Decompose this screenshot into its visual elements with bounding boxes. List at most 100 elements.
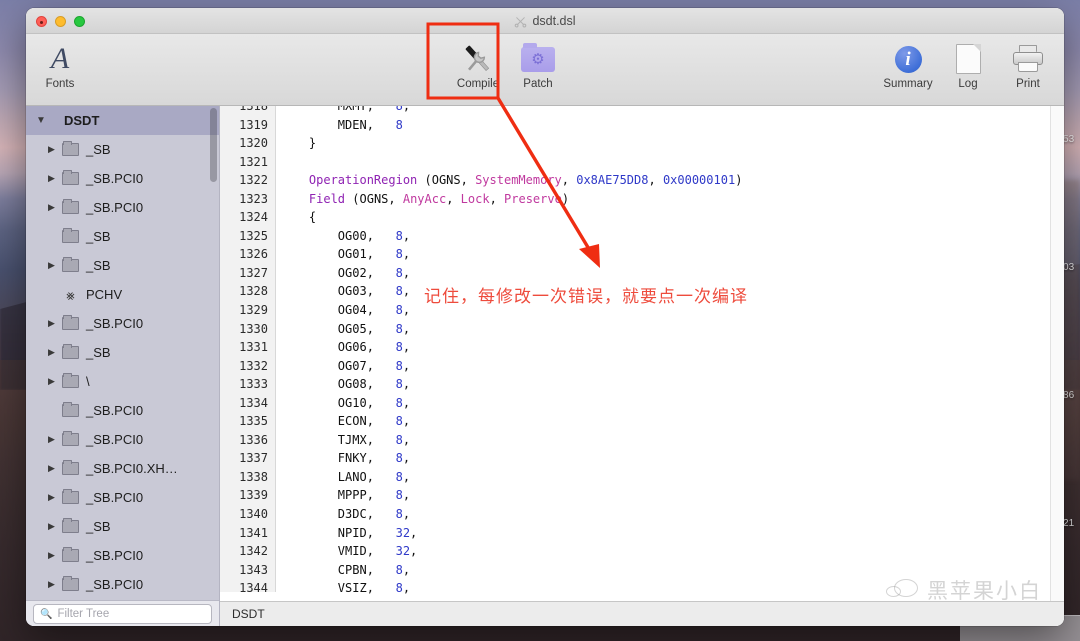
code-scrollbar[interactable] (1050, 106, 1064, 601)
code-token: 8 (395, 340, 403, 355)
tree-item-13[interactable]: ▶ _SB (26, 512, 219, 541)
summary-button[interactable]: i Summary (878, 34, 938, 91)
fonts-button[interactable]: A Fonts (30, 34, 90, 91)
line-number: 1325 (239, 228, 268, 243)
code-token: 8 (395, 117, 403, 132)
code-line[interactable]: Field (OGNS, AnyAcc, Lock, Preserve) (276, 190, 1064, 209)
code-token: 8 (395, 581, 403, 596)
screwdriver-wrench-icon (448, 40, 508, 78)
filter-tree-input[interactable]: 🔍 Filter Tree (33, 604, 212, 624)
code-line[interactable]: PJCK, 8, (276, 598, 1064, 601)
chevron-right-icon[interactable]: ▶ (48, 318, 62, 329)
tree-item-1[interactable]: ▶ _SB.PCI0 (26, 164, 219, 193)
code-line[interactable]: VMID, 32, (276, 542, 1064, 561)
code-line[interactable]: } (276, 134, 1064, 153)
tree-item-10[interactable]: ▶ _SB.PCI0 (26, 425, 219, 454)
code-line[interactable]: TJMX, 8, (276, 431, 1064, 450)
code-token: , (648, 173, 663, 188)
tree-item-6[interactable]: ▶ _SB.PCI0 (26, 309, 219, 338)
printer-icon (998, 40, 1058, 78)
chevron-right-icon[interactable]: ▶ (48, 144, 62, 155)
tree-item-5[interactable]: ⨳ PCHV (26, 280, 219, 309)
code-token: 8 (395, 469, 403, 484)
line-number: 1345 (220, 598, 275, 601)
code-line[interactable]: OG02, 8, (276, 264, 1064, 283)
log-button[interactable]: Log (938, 34, 998, 91)
chevron-right-icon[interactable]: ▶ (48, 347, 62, 358)
code-line[interactable] (276, 153, 1064, 172)
code-line[interactable]: MDEN, 8 (276, 116, 1064, 135)
chevron-right-icon[interactable]: ▶ (48, 434, 62, 445)
code-line[interactable]: OG10, 8, (276, 394, 1064, 413)
chevron-right-icon[interactable]: ▶ (48, 463, 62, 474)
code-line[interactable]: OG00, 8, (276, 227, 1064, 246)
chevron-right-icon[interactable]: ▶ (48, 173, 62, 184)
code-line[interactable]: OG03, 8, (276, 282, 1064, 301)
code-line[interactable]: MPPP, 8, (276, 486, 1064, 505)
tree-item-3[interactable]: _SB (26, 222, 219, 251)
line-number: 1334 (239, 395, 268, 410)
code-line[interactable]: OperationRegion (OGNS, SystemMemory, 0x8… (276, 171, 1064, 190)
code-line[interactable]: ECON, 8, (276, 412, 1064, 431)
code-line[interactable]: OG05, 8, (276, 320, 1064, 339)
code-token: FNKY, (280, 451, 396, 466)
code-token: NPID, (280, 525, 396, 540)
dsdt-tree[interactable]: ▼ DSDT ▶ _SB ▶ _SB.PCI0 ▶ _SB.PCI0 _SB ▶ _SB ⨳ PCH… (26, 106, 219, 600)
chevron-right-icon[interactable]: ▶ (48, 260, 62, 271)
code-line[interactable]: NPID, 32, (276, 524, 1064, 543)
compile-button[interactable]: Compile (448, 34, 508, 91)
tree-item-0[interactable]: ▶ _SB (26, 135, 219, 164)
sidebar-scrollbar-thumb[interactable] (210, 108, 217, 182)
code-token: D3DC, (280, 507, 396, 522)
tree-item-2[interactable]: ▶ _SB.PCI0 (26, 193, 219, 222)
code-token: 8 (395, 451, 403, 466)
code-line[interactable]: MXMY, 8, (276, 106, 1064, 116)
line-number: 1326 (239, 247, 268, 262)
code-line[interactable]: CPBN, 8, (276, 561, 1064, 580)
tree-item-label: _SB.PCI0 (86, 200, 144, 215)
print-button-label: Print (1016, 78, 1040, 90)
code-line[interactable]: OG04, 8, (276, 301, 1064, 320)
chevron-right-icon[interactable]: ▶ (48, 550, 62, 561)
tree-item-4[interactable]: ▶ _SB (26, 251, 219, 280)
document-page-icon (938, 40, 998, 78)
toolbar-right-group: i Summary Log Print (878, 34, 1058, 91)
chevron-down-icon[interactable]: ▼ (36, 115, 50, 126)
log-button-label: Log (958, 78, 978, 90)
chevron-right-icon[interactable]: ▶ (48, 579, 62, 590)
tree-item-15[interactable]: ▶ _SB.PCI0 (26, 570, 219, 599)
code-line[interactable]: LANO, 8, (276, 468, 1064, 487)
line-number: 1343 (239, 562, 268, 577)
tree-item-12[interactable]: ▶ _SB.PCI0 (26, 483, 219, 512)
folder-icon (62, 257, 79, 272)
code-token: OG01, (280, 247, 396, 262)
chevron-right-icon[interactable]: ▶ (48, 376, 62, 387)
code-line[interactable]: OG07, 8, (276, 357, 1064, 376)
chevron-right-icon[interactable]: ▶ (48, 521, 62, 532)
code-line[interactable]: FNKY, 8, (276, 449, 1064, 468)
chevron-right-icon[interactable]: ▶ (48, 492, 62, 503)
sidebar-scrollbar[interactable] (209, 106, 218, 600)
tree-item-7[interactable]: ▶ _SB (26, 338, 219, 367)
tree-item-11[interactable]: ▶ _SB.PCI0.XH… (26, 454, 219, 483)
line-number: 1338 (239, 469, 268, 484)
code-text[interactable]: MXMY, 8, MDEN, 8 } OperationRegion (OGNS… (276, 106, 1064, 601)
tree-root-dsdt[interactable]: ▼ DSDT (26, 106, 219, 135)
source-code-view[interactable]: 1318 1319 1320 1321 1322 1323 1324 1325 1326 1327… (220, 106, 1064, 601)
line-number: 1344 (239, 581, 268, 596)
code-line[interactable]: { (276, 208, 1064, 227)
chevron-right-icon[interactable]: ▶ (48, 202, 62, 213)
tree-item-8[interactable]: ▶ \ (26, 367, 219, 396)
tree-item-9[interactable]: _SB.PCI0 (26, 396, 219, 425)
code-token: Lock (460, 191, 490, 206)
tree-item-label: _SB.PCI0 (86, 171, 144, 186)
print-button[interactable]: Print (998, 34, 1058, 91)
code-line[interactable]: OG01, 8, (276, 245, 1064, 264)
patch-button[interactable]: ⚙ Patch (508, 34, 568, 91)
code-line[interactable]: OG06, 8, (276, 338, 1064, 357)
folder-icon (62, 199, 79, 214)
code-line[interactable]: VSIZ, 8, (276, 579, 1064, 598)
tree-item-14[interactable]: ▶ _SB.PCI0 (26, 541, 219, 570)
code-line[interactable]: D3DC, 8, (276, 505, 1064, 524)
code-line[interactable]: OG08, 8, (276, 375, 1064, 394)
